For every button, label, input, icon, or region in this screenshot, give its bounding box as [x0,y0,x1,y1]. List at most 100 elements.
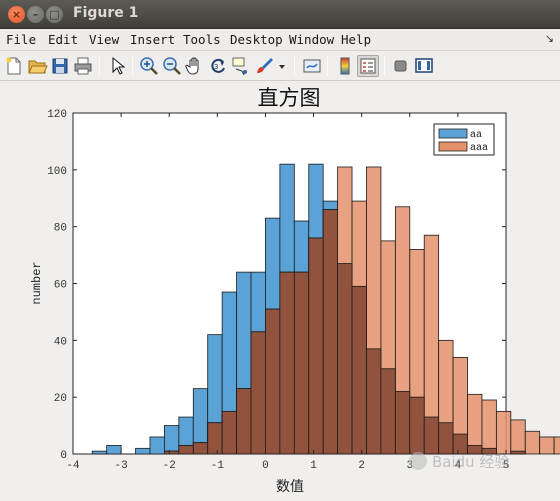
print-icon[interactable] [72,55,94,77]
maximize-icon[interactable]: □ [46,6,63,23]
x-tick-label: -3 [115,460,128,472]
bar-overlap-20 [452,433,468,455]
minimize-icon[interactable]: – [27,6,44,23]
y-tick-label: 0 [60,450,67,462]
bar-overlap-0 [164,450,180,455]
link-plot-icon[interactable] [301,55,323,77]
x-axis-label: 数值 [276,479,304,495]
rotate-3d-icon[interactable]: 3 [207,55,229,77]
y-tick-label: 100 [47,166,67,178]
x-tick-label: -2 [163,460,176,472]
bar-overlap-19 [438,422,454,455]
save-icon[interactable] [49,55,71,77]
x-tick-label: 2 [358,460,365,472]
bar-aa-3 [135,447,151,455]
hide-plot-tools-icon[interactable] [390,55,412,77]
menu-edit[interactable]: Edit [48,32,78,47]
x-tick-label: -1 [211,460,225,472]
toolbar-separator [384,56,385,76]
legend-label-aaa: aaa [470,143,488,154]
legend-label-aa: aa [470,130,482,141]
bar-overlap-4 [221,410,237,455]
bar-aaa-21 [467,393,483,455]
bar-overlap-1 [178,445,194,455]
insert-legend-icon[interactable] [357,55,379,77]
bar-overlap-18 [423,416,440,455]
menu-desktop[interactable]: Desktop [230,32,283,47]
toolbar-separator [294,56,295,76]
bar-aa-0 [91,450,108,455]
menu-overflow-icon[interactable]: ↘ [545,32,554,45]
toolbar: 3 [0,51,560,81]
legend-swatch-aa [438,128,468,139]
bar-overlap-7 [265,308,281,455]
title-bar: × – □ Figure 1 [0,0,560,29]
bar-aaa-27 [553,436,560,455]
bar-overlap-8 [279,271,295,455]
y-axis-label: number [30,261,44,304]
bar-overlap-5 [236,388,252,455]
menu-tools[interactable]: Tools [183,32,221,47]
bar-overlap-2 [192,442,209,455]
bar-overlap-9 [293,271,310,455]
toolbar-separator [99,56,100,76]
menu-window[interactable]: Window [289,32,334,47]
bar-aaa-24 [510,419,526,455]
insert-colorbar-icon[interactable] [334,55,356,77]
bar-overlap-11 [322,209,339,455]
brush-dropdown-icon[interactable] [276,55,288,77]
zoom-in-icon[interactable] [138,55,160,77]
baidu-paw-icon [409,452,427,470]
bar-overlap-14 [366,348,382,455]
brush-icon[interactable] [253,55,275,77]
zoom-out-icon[interactable] [161,55,183,77]
menu-help[interactable]: Help [341,32,371,47]
watermark-text: Baidu 经验 [432,453,509,471]
bar-overlap-24 [510,450,526,455]
y-tick-label: 20 [54,393,67,405]
bar-overlap-10 [308,237,324,455]
x-tick-label: 0 [262,460,269,472]
legend-swatch-aaa [438,141,468,152]
figure-canvas: 直方图 -4 -3 -2 -1 0 1 2 3 4 5 0 20 40 60 80 100 120 数值 num… [0,82,560,501]
bar-aa-5 [164,425,180,455]
bar-aa-4 [149,436,165,455]
baidu-watermark: Baidu 经验 [409,452,509,471]
toolbar-separator [132,56,133,76]
y-tick-label: 40 [54,336,67,348]
bar-overlap-17 [409,396,425,455]
show-plot-tools-icon[interactable] [413,55,435,77]
bar-overlap-12 [337,263,353,455]
window-title: Figure 1 [73,5,139,21]
toolbar-separator [327,56,328,76]
bar-overlap-15 [380,368,396,455]
data-cursor-icon[interactable] [230,55,252,77]
y-tick-label: 120 [47,109,67,121]
bar-overlap-16 [394,391,411,455]
x-tick-label: -4 [66,460,80,472]
pan-hand-icon[interactable] [184,55,206,77]
close-icon[interactable]: × [8,6,25,23]
bar-aa-1 [106,445,122,455]
menu-view[interactable]: View [89,32,119,47]
histogram-chart: 直方图 -4 -3 -2 -1 0 1 2 3 4 5020406080100120 数值 num… [30,86,560,495]
menu-bar: File Edit View Insert Tools Desktop Wind… [0,29,560,51]
chart-title: 直方图 [258,86,321,110]
y-tick-label: 80 [54,223,67,235]
bar-overlap-6 [250,331,266,455]
svg-text:3: 3 [214,63,218,71]
bar-aaa-22 [481,399,497,455]
bar-overlap-3 [207,422,223,455]
x-tick-label: 1 [310,460,317,472]
bar-aaa-26 [539,436,555,455]
menu-insert[interactable]: Insert [130,32,175,47]
legend[interactable]: aa aaa [433,123,495,156]
bar-aaa-23 [495,410,512,455]
y-tick-label: 60 [54,280,67,292]
open-file-icon[interactable] [26,55,48,77]
edit-plot-arrow-icon[interactable] [106,55,128,77]
menu-file[interactable]: File [6,32,36,47]
bar-overlap-13 [351,285,367,455]
bar-aaa-25 [524,430,541,455]
new-figure-icon[interactable] [3,55,25,77]
